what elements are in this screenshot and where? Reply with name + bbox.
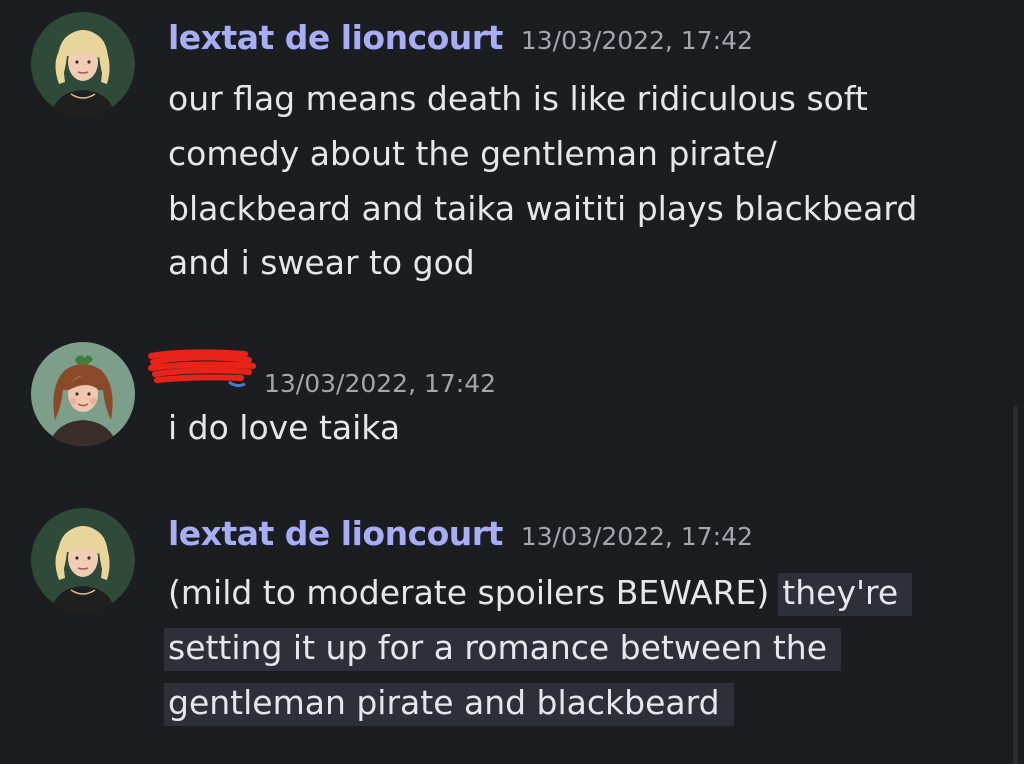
message-header: 13/03/2022, 17:42 bbox=[264, 361, 496, 400]
selected-text[interactable]: setting it up for a romance between the bbox=[164, 628, 842, 671]
message-header: lextat de lioncourt 13/03/2022, 17:42 bbox=[168, 18, 753, 57]
timestamp[interactable]: 13/03/2022, 17:42 bbox=[521, 26, 753, 55]
avatar[interactable] bbox=[31, 508, 135, 612]
blonde-character-avatar-icon bbox=[31, 12, 135, 116]
message-line: blackbeard and taika waititi plays black… bbox=[168, 189, 918, 228]
message-line: comedy about the gentleman pirate/ bbox=[168, 134, 777, 173]
red-haired-character-avatar-icon bbox=[31, 342, 135, 446]
selected-text[interactable]: they're bbox=[778, 573, 913, 616]
selected-text[interactable]: gentleman pirate and blackbeard bbox=[164, 683, 734, 726]
username[interactable]: lextat de lioncourt bbox=[168, 514, 503, 553]
username[interactable]: lextat de lioncourt bbox=[168, 18, 503, 57]
scrollbar[interactable] bbox=[1013, 405, 1018, 764]
message-text: (mild to moderate spoilers BEWARE) bbox=[168, 573, 770, 612]
timestamp[interactable]: 13/03/2022, 17:42 bbox=[521, 522, 753, 551]
message-line: i do love taika bbox=[168, 408, 401, 447]
message-line: (mild to moderate spoilers BEWARE) they'r… bbox=[168, 565, 913, 620]
message-1: lextat de lioncourt 13/03/2022, 17:42 our… bbox=[0, 0, 1024, 300]
blonde-character-avatar-icon bbox=[31, 508, 135, 612]
message-line: and i swear to god bbox=[168, 243, 475, 282]
message-line: our flag means death is like ridiculous … bbox=[168, 79, 868, 118]
avatar[interactable] bbox=[31, 342, 135, 446]
timestamp[interactable]: 13/03/2022, 17:42 bbox=[264, 369, 496, 398]
message-header: lextat de lioncourt 13/03/2022, 17:42 bbox=[168, 514, 753, 553]
message-line: gentleman pirate and blackbeard bbox=[164, 675, 734, 730]
message-line: setting it up for a romance between the bbox=[164, 620, 842, 675]
avatar[interactable] bbox=[31, 12, 135, 116]
red-scribble-redaction-icon bbox=[145, 348, 260, 394]
